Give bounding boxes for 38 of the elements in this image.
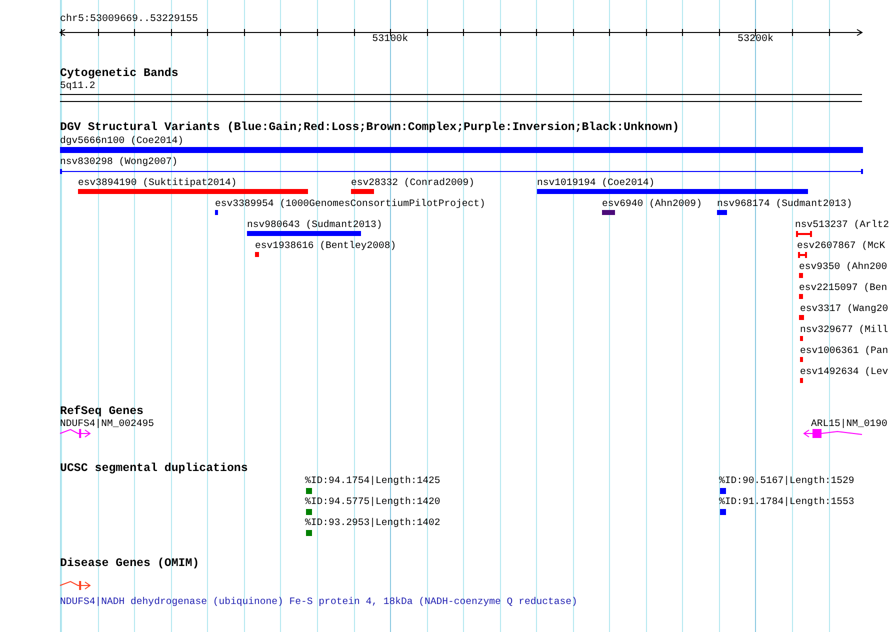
duplication-label: %ID:91.1784|Length:1553 [719,496,854,508]
variant-label: esv6940 (Ahn2009) [602,198,702,210]
variant-label: esv2607867 (McK [797,240,886,252]
variant-label: esv1938616 (Bentley2008) [255,240,396,252]
disease-gene-label: NDUFS4|NADH dehydrogenase (ubiquinone) Fe-S protein 4, 18kDa (NADH-coenzyme Q reductase) [60,596,578,608]
duplication-label: %ID:94.1754|Length:1425 [305,475,440,487]
gene-label: NDUFS4|NM_002495 [60,418,154,430]
variant-label: esv9350 (Ahn200 [799,261,888,273]
gene-model-drawing [60,580,91,590]
variant-label: esv3389954 (1000GenomesConsortiumPilotProject) [215,198,486,210]
variant-label: esv3317 (Wang20 [800,303,888,315]
variant-label: nsv329677 (Mill [800,324,888,336]
track-title: UCSC segmental duplications [59,463,249,475]
duplication-label: %ID:93.2953|Length:1402 [305,517,440,529]
tick-label: 53100k [372,34,408,46]
track-title: Cytogenetic Bands [59,68,180,80]
track-title: RefSeq Genes [59,406,144,418]
band-label: 5q11.2 [60,80,96,92]
variant-label: dgv5666n100 (Coe2014) [60,135,184,147]
variant-label: nsv980643 (Sudmant2013) [247,219,382,231]
variant-label: esv3894190 (Suktitipat2014) [78,177,237,189]
gene-model-drawing [60,428,91,438]
duplication-label: %ID:94.5775|Length:1420 [305,496,440,508]
variant-label: esv1492634 (Lev [800,366,888,378]
track-title: DGV Structural Variants (Blue:Gain;Red:Loss;Brown:Complex;Purple:Inversion;Black:Unknown) [59,122,680,134]
variant-label: nsv968174 (Sudmant2013) [717,198,852,210]
gene-model-drawing [803,429,862,438]
variant-label: esv28332 (Conrad2009) [351,177,474,189]
duplication-label: %ID:90.5167|Length:1529 [719,475,854,487]
variant-label: esv1006361 (Pan [800,345,888,357]
variant-label: nsv1019194 (Coe2014) [537,177,655,189]
variant-label: nsv830298 (Wong2007) [60,156,178,168]
variant-label: nsv513237 (Arlt2 [795,219,890,231]
variant-label: esv2215097 (Ben [799,282,888,294]
gene-label: ARL15|NM_0190 [811,418,888,430]
position-label: chr5:53009669..53229155 [60,14,198,26]
tick-label: 53200k [737,34,774,46]
track-title: Disease Genes (OMIM) [59,558,200,570]
